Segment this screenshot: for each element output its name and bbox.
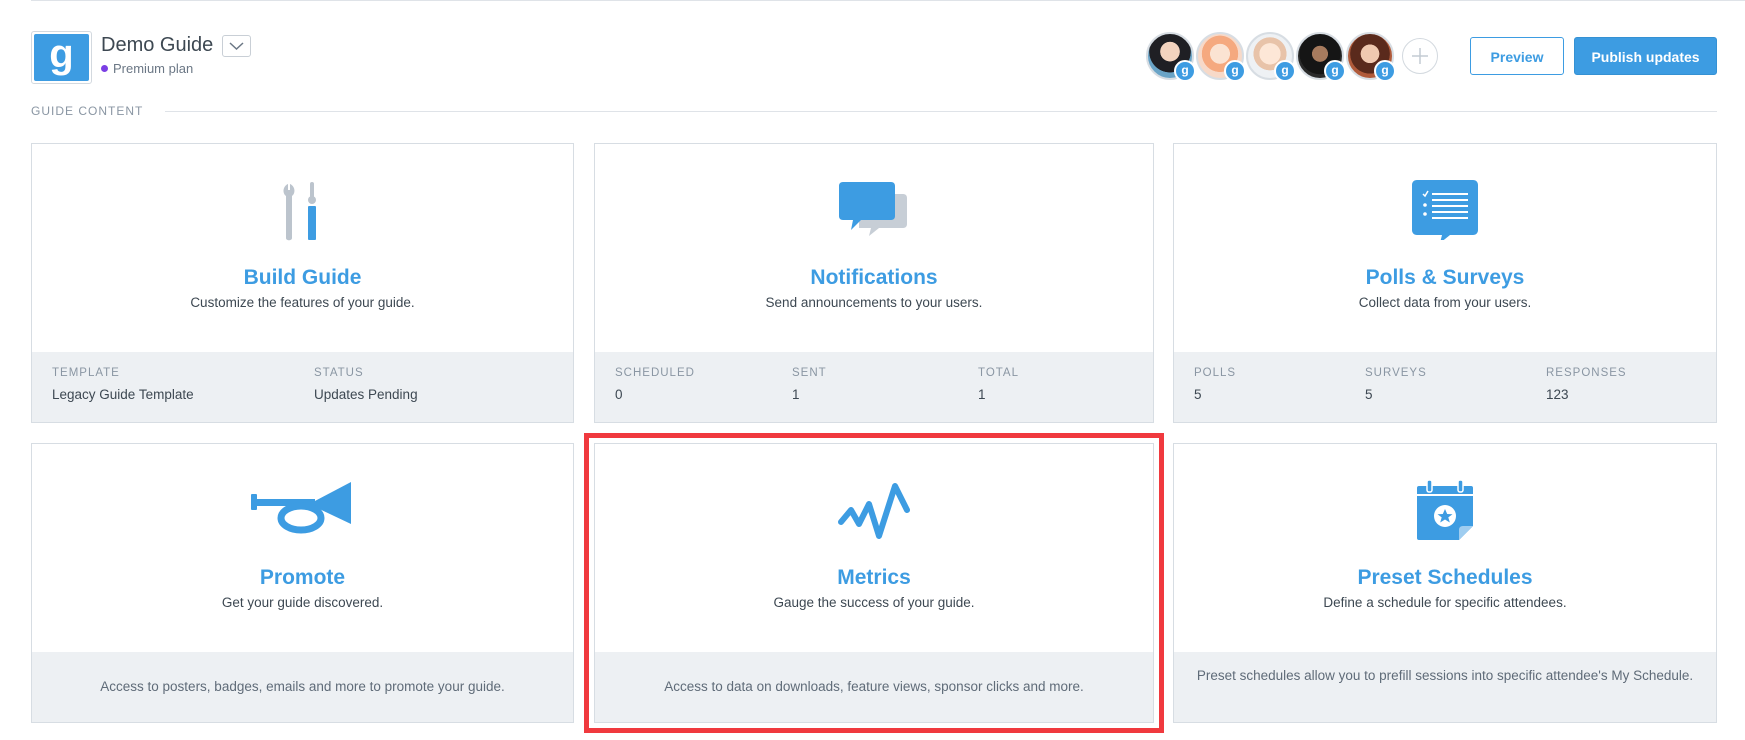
card-footer-text: Preset schedules allow you to prefill se…	[1196, 668, 1694, 683]
card-title: Polls & Surveys	[1365, 266, 1525, 289]
stat-sent: SENT 1	[792, 367, 827, 402]
stat-label: TOTAL	[978, 367, 1019, 379]
plan-label: Premium plan	[113, 61, 194, 76]
card-title: Promote	[259, 566, 346, 589]
stat-label: STATUS	[314, 367, 364, 379]
plan-dot	[101, 65, 108, 73]
stat-label: RESPONSES	[1546, 367, 1627, 379]
stat-surveys: SURVEYS 5	[1365, 367, 1427, 402]
stat-value: 0	[615, 387, 623, 402]
stat-value: 1	[792, 387, 800, 402]
plus-icon	[1412, 48, 1428, 64]
preview-button[interactable]: Preview	[1470, 37, 1564, 75]
stat-status: STATUS Updates Pending	[314, 367, 418, 402]
collaborator-badge: g	[1224, 60, 1246, 82]
card-footer: Access to data on downloads, feature vie…	[595, 652, 1153, 722]
metrics-card[interactable]: Metrics Gauge the success of your guide.…	[594, 443, 1154, 723]
card-footer: Access to posters, badges, emails and mo…	[32, 652, 573, 722]
stat-label: SCHEDULED	[615, 367, 695, 379]
stat-scheduled: SCHEDULED 0	[615, 367, 695, 402]
add-collaborator-button[interactable]	[1402, 38, 1438, 74]
stat-responses: RESPONSES 123	[1546, 367, 1627, 402]
card-footer-text: Access to data on downloads, feature vie…	[664, 679, 1084, 694]
checklist-bubble-icon	[1412, 180, 1478, 240]
stat-label: SENT	[792, 367, 827, 379]
card-subtitle: Collect data from your users.	[1358, 295, 1532, 310]
tools-icon	[283, 182, 316, 241]
stat-value: 5	[1194, 387, 1202, 402]
stat-template: TEMPLATE Legacy Guide Template	[52, 367, 194, 402]
card-footer: SCHEDULED 0 SENT 1 TOTAL 1	[595, 352, 1153, 422]
horn-icon	[250, 482, 351, 534]
notifications-card[interactable]: Notifications Send announcements to your…	[594, 143, 1154, 423]
stat-value: Legacy Guide Template	[52, 387, 194, 402]
card-subtitle: Define a schedule for specific attendees…	[1323, 595, 1567, 610]
card-title: Build Guide	[243, 266, 362, 289]
top-divider	[31, 0, 1745, 1]
stat-value: 123	[1546, 387, 1569, 402]
stat-value: Updates Pending	[314, 387, 418, 402]
calendar-star-icon	[1417, 480, 1473, 540]
preset-schedules-card[interactable]: Preset Schedules Define a schedule for s…	[1173, 443, 1717, 723]
stat-polls: POLLS 5	[1194, 367, 1236, 402]
collaborator-badge: g	[1324, 60, 1346, 82]
polls-surveys-card[interactable]: Polls & Surveys Collect data from your u…	[1173, 143, 1717, 423]
card-title: Notifications	[810, 266, 938, 289]
stat-value: 1	[978, 387, 986, 402]
section-divider	[165, 111, 1717, 112]
pulse-line-icon	[838, 483, 910, 539]
stat-value: 5	[1365, 387, 1373, 402]
card-footer: POLLS 5 SURVEYS 5 RESPONSES 123	[1174, 352, 1716, 422]
card-subtitle: Customize the features of your guide.	[190, 295, 415, 310]
stat-label: TEMPLATE	[52, 367, 120, 379]
card-title: Metrics	[837, 566, 911, 589]
publish-updates-button[interactable]: Publish updates	[1574, 37, 1717, 75]
stat-total: TOTAL 1	[978, 367, 1019, 402]
build-guide-card[interactable]: Build Guide Customize the features of yo…	[31, 143, 574, 423]
section-heading: GUIDE CONTENT	[31, 104, 144, 118]
guide-logo-letter: g	[34, 34, 89, 81]
collaborator-badge: g	[1274, 60, 1296, 82]
guide-logo[interactable]: g	[31, 31, 92, 84]
chat-bubbles-icon	[839, 182, 907, 236]
chevron-down-icon	[229, 42, 244, 51]
plan-indicator: Premium plan	[101, 61, 193, 76]
card-subtitle: Get your guide discovered.	[221, 595, 384, 610]
stat-label: SURVEYS	[1365, 367, 1427, 379]
collaborator-badge: g	[1174, 60, 1196, 82]
guide-switcher-dropdown[interactable]	[222, 35, 251, 57]
card-footer: TEMPLATE Legacy Guide Template STATUS Up…	[32, 352, 573, 422]
card-footer: Preset schedules allow you to prefill se…	[1174, 652, 1716, 722]
collaborator-badge: g	[1374, 60, 1396, 82]
card-subtitle: Send announcements to your users.	[765, 295, 983, 310]
promote-card[interactable]: Promote Get your guide discovered. Acces…	[31, 443, 574, 723]
card-subtitle: Gauge the success of your guide.	[773, 595, 975, 610]
stat-label: POLLS	[1194, 367, 1237, 379]
card-footer-text: Access to posters, badges, emails and mo…	[100, 679, 505, 694]
card-title: Preset Schedules	[1357, 566, 1533, 589]
guide-title: Demo Guide	[101, 34, 214, 56]
